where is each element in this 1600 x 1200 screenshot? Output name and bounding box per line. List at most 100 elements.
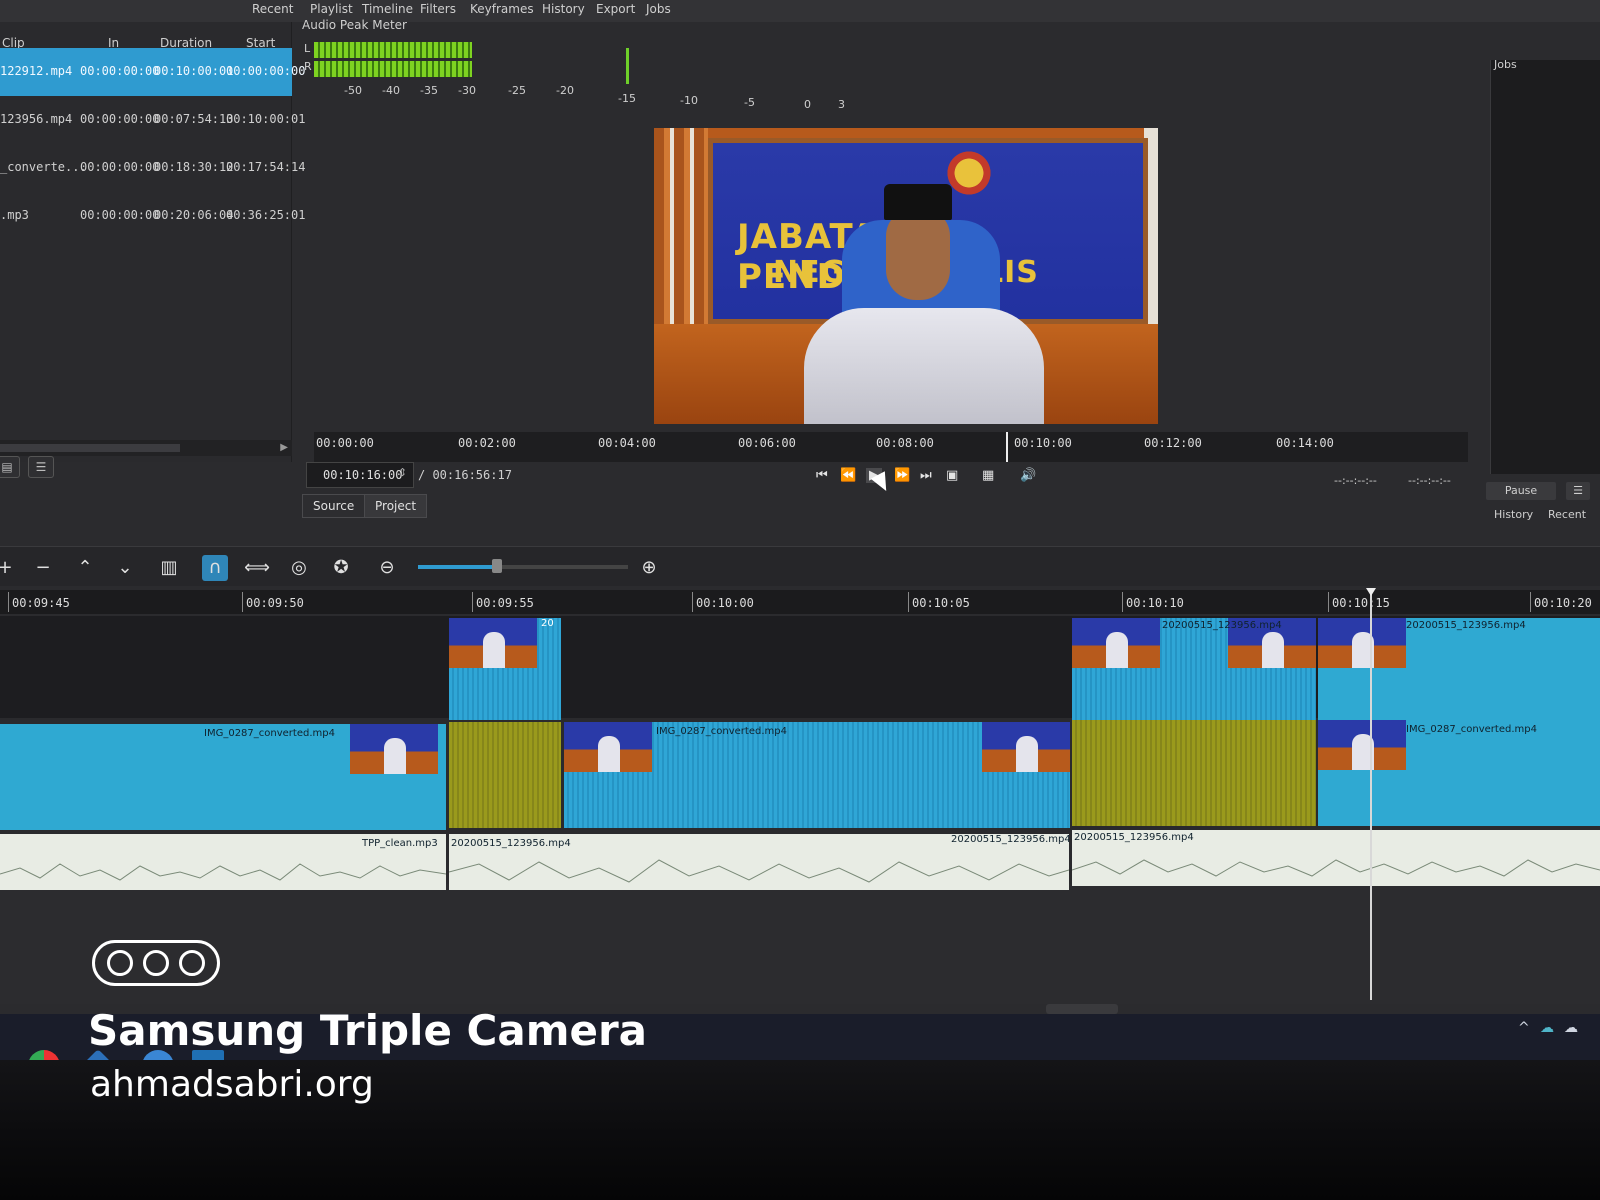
clip-thumbnail: [449, 618, 537, 668]
pause-button[interactable]: Pause: [1486, 482, 1556, 500]
clip-duration: 00:18:30:12: [154, 160, 234, 174]
menu-jobs[interactable]: Jobs: [646, 0, 671, 18]
timecode-spinner-icon[interactable]: ⇕: [398, 466, 407, 479]
playlist-panel: Clip In Duration Start 122912.mp4 00:00:…: [0, 22, 305, 462]
preview-scrubber[interactable]: 00:00:00 00:02:00 00:04:00 00:06:00 00:0…: [314, 432, 1468, 462]
tray-onedrive-icon[interactable]: ☁: [1540, 1020, 1554, 1036]
scrollbar-thumb[interactable]: [0, 444, 180, 452]
monitor-screen: Recent Playlist Timeline Filters Keyfram…: [0, 0, 1600, 1060]
timeline-gap-clip[interactable]: [1072, 720, 1316, 826]
clip-label: 20200515_123956.mp4: [451, 838, 571, 849]
out-point: --:--:--:--: [1408, 474, 1451, 487]
zoom-out-icon[interactable]: ⊖: [374, 555, 400, 581]
skip-end-icon[interactable]: ⏭: [920, 468, 932, 483]
clip-label: IMG_0287_converted.mp4: [204, 728, 335, 739]
clip-label: 20200515_123956.mp4: [1074, 832, 1194, 843]
meter-left-bar: [314, 42, 472, 58]
audio-clip[interactable]: 20200515_123956.mp4 20200515_123956.mp4: [449, 834, 1069, 890]
playlist-row[interactable]: 122912.mp4 00:00:00:00 00:10:00:01 00:00…: [0, 48, 305, 96]
menu-history[interactable]: History: [542, 0, 585, 18]
timeline-clip[interactable]: 20200515_123956.mp4: [1318, 618, 1600, 720]
timeline-playhead[interactable]: [1370, 590, 1372, 1000]
meter-tick: -15: [618, 92, 636, 105]
playlist-scrollbar[interactable]: ▶: [0, 440, 292, 456]
zoom-in-icon[interactable]: ⊕: [636, 555, 662, 581]
tab-history[interactable]: History: [1494, 508, 1533, 521]
timeline-clip[interactable]: IMG_0287_converted.mp4: [1318, 720, 1600, 826]
timeline-clip[interactable]: 20: [449, 618, 561, 720]
playlist-row[interactable]: 123956.mp4 00:00:00:00 00:07:54:13 00:10…: [0, 96, 305, 144]
playhead-handle[interactable]: [1366, 588, 1376, 596]
menu-export[interactable]: Export: [596, 0, 635, 18]
clip-name: .mp3: [0, 208, 29, 222]
scrub-label: 00:14:00: [1276, 436, 1334, 450]
ruler-label: 00:09:45: [8, 592, 70, 612]
meter-right-bar: [314, 61, 472, 77]
playlist-row[interactable]: .mp3 00:00:00:00 00:20:06:04 00:36:25:01: [0, 192, 305, 240]
scrub-drag-icon[interactable]: ⟺: [244, 555, 270, 581]
split-icon[interactable]: ▥: [156, 555, 182, 581]
tab-source[interactable]: Source: [302, 494, 366, 518]
timeline-ruler[interactable]: 00:09:45 00:09:50 00:09:55 00:10:00 00:1…: [0, 590, 1600, 614]
lift-icon[interactable]: ⌃: [72, 555, 98, 581]
preview-speaker-body: [804, 308, 1044, 424]
tray-cloud-icon[interactable]: ☁: [1564, 1020, 1578, 1036]
fast-forward-icon[interactable]: ⏩: [894, 468, 910, 483]
clip-start: 00:17:54:14: [226, 160, 306, 174]
clip-name: 123956.mp4: [0, 112, 73, 126]
timeline-gap-clip[interactable]: [449, 722, 561, 828]
list-view-icon[interactable]: ☰: [28, 456, 54, 478]
meter-tick: -10: [680, 94, 698, 107]
remove-icon[interactable]: −: [30, 555, 56, 581]
menu-recent[interactable]: Recent: [252, 0, 293, 18]
jobs-menu-icon[interactable]: ☰: [1566, 482, 1590, 500]
playlist-row[interactable]: _converte... 00:00:00:00 00:18:30:12 00:…: [0, 144, 305, 192]
lens-icon: [143, 950, 169, 976]
menu-filters[interactable]: Filters: [420, 0, 456, 18]
menu-timeline[interactable]: Timeline: [362, 0, 413, 18]
scrub-label: 00:12:00: [1144, 436, 1202, 450]
rewind-icon[interactable]: ⏪: [840, 468, 856, 483]
scroll-right-icon[interactable]: ▶: [280, 442, 288, 453]
clip-label: 20200515_123956.mp4: [1162, 620, 1282, 631]
total-duration: / 00:16:56:17: [418, 468, 512, 482]
menu-bar: Recent Playlist Timeline Filters Keyfram…: [0, 0, 1600, 22]
tab-project[interactable]: Project: [364, 494, 428, 518]
snap-icon[interactable]: ∩: [202, 555, 228, 581]
tiles-view-icon[interactable]: ▤: [0, 456, 20, 478]
audio-clip[interactable]: TPP_clean.mp3: [0, 834, 446, 890]
meter-tick: 0: [804, 98, 811, 111]
video-preview[interactable]: JABATAN PENDIDIKAN NEGERI PERLIS: [654, 128, 1158, 424]
tray-chevron-icon[interactable]: ^: [1518, 1020, 1530, 1036]
grid-icon[interactable]: ▦: [982, 468, 994, 483]
clip-label: IMG_0287_converted.mp4: [1406, 724, 1537, 735]
zoom-view-icon[interactable]: ▣: [946, 468, 958, 483]
ruler-label: 00:10:05: [908, 592, 970, 612]
meter-tick: -50: [344, 84, 362, 97]
timeline-scrollbar[interactable]: [1046, 1004, 1118, 1014]
menu-keyframes[interactable]: Keyframes: [470, 0, 534, 18]
meter-tick: -35: [420, 84, 438, 97]
skip-start-icon[interactable]: ⏮: [816, 468, 828, 483]
scrubber-playhead[interactable]: [1006, 432, 1008, 462]
audio-meter-title: Audio Peak Meter: [302, 18, 407, 32]
timeline-clip[interactable]: 20200515_123956.mp4: [1072, 618, 1316, 720]
audio-clip[interactable]: 20200515_123956.mp4: [1072, 830, 1600, 886]
overwrite-icon[interactable]: ⌄: [112, 555, 138, 581]
meter-tick: -25: [508, 84, 526, 97]
menu-playlist[interactable]: Playlist: [310, 0, 353, 18]
clip-in: 00:00:00:00: [80, 64, 160, 78]
clip-duration: 00:10:00:01: [154, 64, 234, 78]
timeline-clip[interactable]: IMG_0287_converted.mp4: [0, 724, 446, 830]
scrub-label: 00:06:00: [738, 436, 796, 450]
add-icon[interactable]: +: [0, 555, 18, 581]
ripple-icon[interactable]: ◎: [286, 555, 312, 581]
timeline-clip[interactable]: IMG_0287_converted.mp4: [564, 722, 1070, 828]
preview-speaker-cap: [884, 184, 952, 220]
clip-label: 20200515_123956.mp4: [1406, 620, 1526, 631]
zoom-slider-handle[interactable]: [492, 559, 502, 573]
tab-recent[interactable]: Recent: [1548, 508, 1586, 521]
scrub-label: 00:08:00: [876, 436, 934, 450]
volume-icon[interactable]: 🔊: [1020, 468, 1036, 483]
ripple-all-icon[interactable]: ✪: [328, 555, 354, 581]
